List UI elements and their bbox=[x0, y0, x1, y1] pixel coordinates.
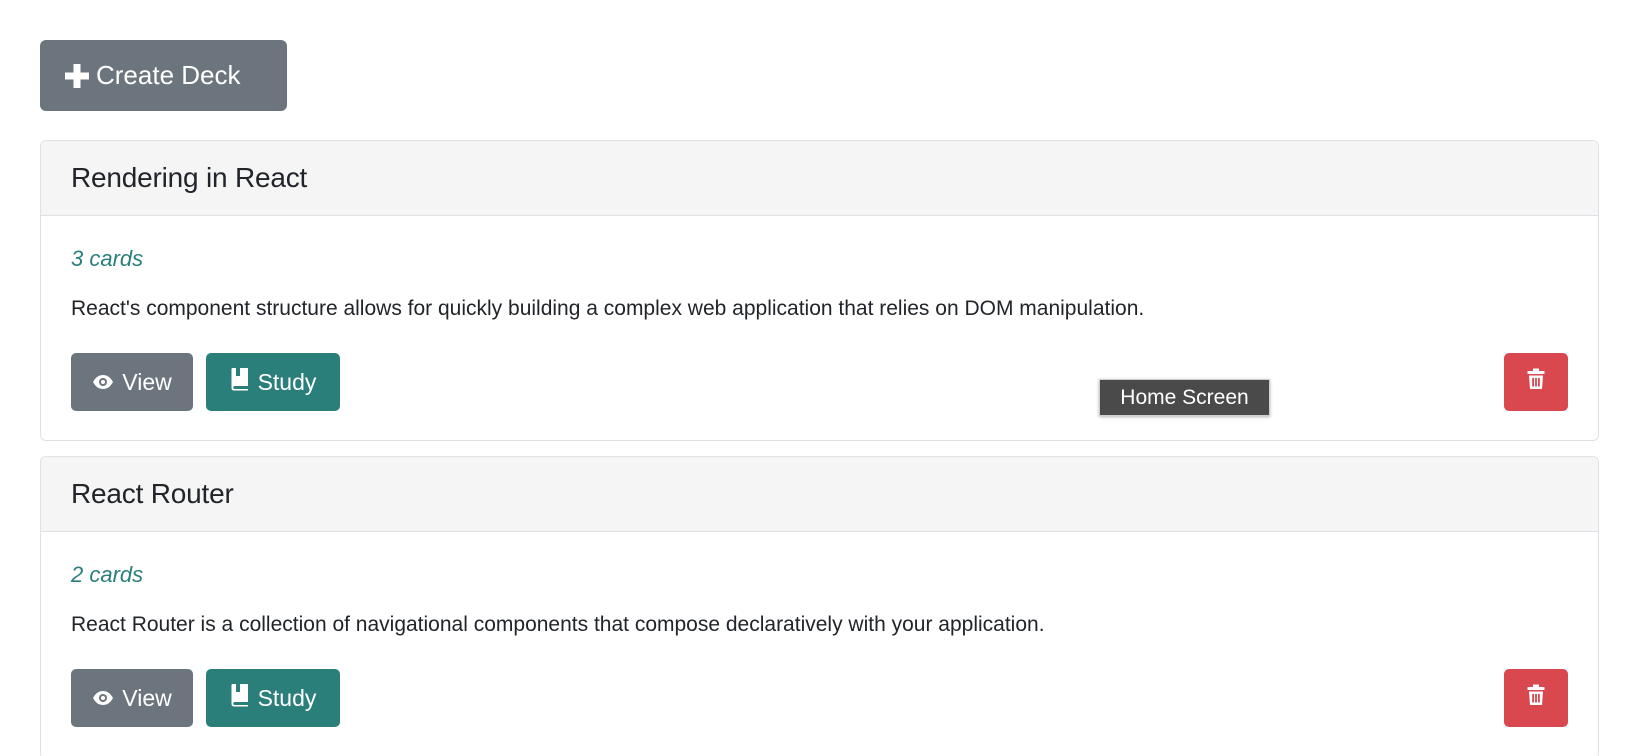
deck-description: React's component structure allows for q… bbox=[71, 297, 1145, 320]
trash-icon bbox=[1527, 368, 1545, 396]
study-deck-button[interactable]: Study bbox=[206, 669, 340, 727]
deck-card-header: Rendering in React bbox=[41, 141, 1598, 216]
book-icon bbox=[230, 683, 250, 713]
deck-title: React Router bbox=[71, 478, 234, 509]
study-label: Study bbox=[257, 684, 317, 711]
home-screen-tooltip: Home Screen bbox=[1099, 379, 1270, 416]
create-deck-button[interactable]: Create Deck bbox=[40, 40, 287, 111]
deck-card-header: React Router bbox=[41, 457, 1598, 532]
view-label: View bbox=[122, 684, 172, 711]
deck-card: Rendering in React 3 cards React's compo… bbox=[40, 140, 1599, 441]
view-deck-button[interactable]: View bbox=[71, 669, 193, 727]
eye-icon bbox=[92, 685, 114, 712]
delete-deck-button[interactable] bbox=[1504, 353, 1568, 411]
deck-description: React Router is a collection of navigati… bbox=[71, 613, 1045, 636]
book-icon bbox=[230, 367, 250, 397]
study-label: Study bbox=[257, 368, 317, 395]
view-label: View bbox=[122, 368, 172, 395]
plus-icon bbox=[64, 63, 90, 89]
view-deck-button[interactable]: View bbox=[71, 353, 193, 411]
decks-page: Create Deck Rendering in React 3 cards R… bbox=[0, 0, 1638, 756]
deck-card-count: 2 cards bbox=[71, 562, 144, 587]
deck-title: Rendering in React bbox=[71, 162, 308, 193]
deck-card: React Router 2 cards React Router is a c… bbox=[40, 456, 1599, 756]
create-deck-label: Create Deck bbox=[96, 60, 241, 90]
study-deck-button[interactable]: Study bbox=[206, 353, 340, 411]
eye-icon bbox=[92, 369, 114, 396]
trash-icon bbox=[1527, 684, 1545, 712]
deck-card-count: 3 cards bbox=[71, 246, 144, 271]
delete-deck-button[interactable] bbox=[1504, 669, 1568, 727]
